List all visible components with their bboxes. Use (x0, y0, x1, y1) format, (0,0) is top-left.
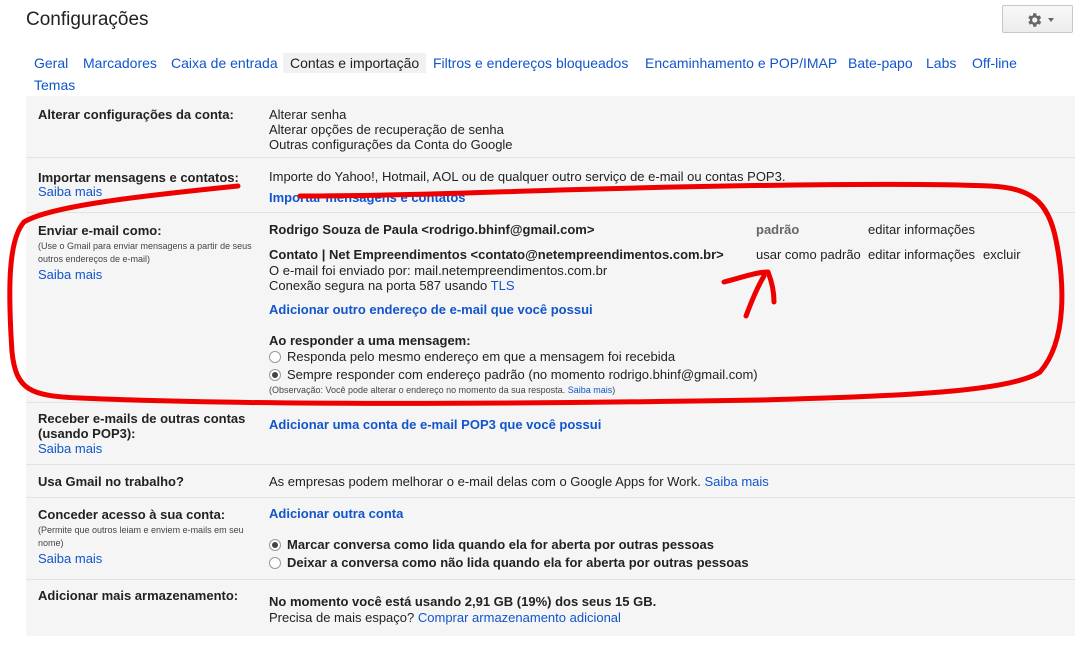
recovery-options-link[interactable]: Alterar opções de recuperação de senha (269, 122, 504, 137)
reply-option-same[interactable]: Responda pelo mesmo endereço em que a me… (269, 349, 675, 364)
tab-geral[interactable]: Geral (34, 55, 68, 71)
row-account-settings: Alterar configurações da conta: Alterar … (26, 96, 1075, 158)
google-account-settings-link[interactable]: Outras configurações da Conta do Google (269, 137, 513, 152)
tls-link[interactable]: TLS (491, 278, 515, 293)
page-title: Configurações (26, 9, 149, 30)
row-import: Importar mensagens e contatos: Saiba mai… (26, 158, 1075, 213)
work-learn-more-link[interactable]: Saiba mais (704, 474, 768, 489)
grant-option-leave-unread-label: Deixar a conversa como não lida quando e… (287, 555, 749, 570)
secure-connection-prefix: Conexão segura na porta 587 usando (269, 278, 491, 293)
secure-connection-text: Conexão segura na porta 587 usando TLS (269, 278, 515, 293)
edit-info-primary-link[interactable]: editar informações (868, 222, 975, 237)
pop3-learn-more-link[interactable]: Saiba mais (38, 441, 102, 456)
add-email-address-link[interactable]: Adicionar outro endereço de e-mail que v… (269, 302, 593, 317)
grant-learn-more-link[interactable]: Saiba mais (38, 551, 102, 566)
row-storage: Adicionar mais armazenamento: No momento… (26, 580, 1075, 636)
send-as-sublabel: (Use o Gmail para enviar mensagens a par… (38, 241, 252, 264)
tab-temas[interactable]: Temas (34, 77, 75, 93)
send-as-address-primary: Rodrigo Souza de Paula <rodrigo.bhinf@gm… (269, 222, 595, 237)
import-description: Importe do Yahoo!, Hotmail, AOL ou de qu… (269, 169, 786, 184)
tab-caixa-de-entrada[interactable]: Caixa de entrada (171, 55, 278, 71)
default-badge: padrão (756, 222, 800, 237)
buy-storage-link[interactable]: Comprar armazenamento adicional (418, 610, 621, 625)
settings-tabs: Geral Marcadores Caixa de entrada Contas… (26, 50, 1076, 96)
send-as-learn-more-link[interactable]: Saiba mais (38, 267, 102, 282)
grant-option-leave-unread[interactable]: Deixar a conversa como não lida quando e… (269, 555, 749, 570)
import-label: Importar mensagens e contatos: (38, 170, 239, 185)
reply-option-default[interactable]: Sempre responder com endereço padrão (no… (269, 367, 758, 382)
storage-question: Precisa de mais espaço? (269, 610, 415, 625)
delete-address-link[interactable]: excluir (983, 247, 1021, 262)
pop3-label-line2: (usando POP3): (38, 426, 136, 441)
tab-off-line[interactable]: Off-line (972, 55, 1017, 71)
change-password-link[interactable]: Alterar senha (269, 107, 346, 122)
account-settings-label: Alterar configurações da conta: (38, 107, 234, 122)
row-work: Usa Gmail no trabalho? As empresas podem… (26, 465, 1075, 498)
send-as-label: Enviar e-mail como: (38, 223, 162, 238)
pop3-label-line1: Receber e-mails de outras contas (38, 411, 246, 426)
grant-access-label: Conceder acesso à sua conta: (38, 507, 226, 522)
work-description-text: As empresas podem melhorar o e-mail dela… (269, 474, 701, 489)
radio-reply-default[interactable] (269, 369, 281, 381)
row-pop3: Receber e-mails de outras contas (usando… (26, 403, 1075, 465)
grant-option-mark-read-label: Marcar conversa como lida quando ela for… (287, 537, 714, 552)
tab-marcadores[interactable]: Marcadores (83, 55, 157, 71)
tab-encaminhamento[interactable]: Encaminhamento e POP/IMAP (645, 55, 837, 71)
grant-option-mark-read[interactable]: Marcar conversa como lida quando ela for… (269, 537, 714, 552)
radio-reply-same[interactable] (269, 351, 281, 363)
tab-bate-papo[interactable]: Bate-papo (848, 55, 913, 71)
work-label: Usa Gmail no trabalho? (38, 474, 184, 489)
chevron-down-icon (1048, 18, 1054, 22)
row-send-as: Enviar e-mail como: (Use o Gmail para en… (26, 213, 1075, 403)
send-as-address-secondary: Contato | Net Empreendimentos <contato@n… (269, 247, 724, 262)
add-another-account-link[interactable]: Adicionar outra conta (269, 506, 403, 521)
grant-access-sublabel: (Permite que outros leiam e enviem e-mai… (38, 525, 244, 548)
work-description: As empresas podem melhorar o e-mail dela… (269, 474, 769, 489)
reply-option-same-label: Responda pelo mesmo endereço em que a me… (287, 349, 676, 364)
make-default-link[interactable]: usar como padrão (756, 247, 861, 262)
reply-note-text: (Observação: Você pode alterar o endereç… (269, 385, 566, 395)
reply-note: (Observação: Você pode alterar o endereç… (269, 385, 615, 395)
edit-info-secondary-link[interactable]: editar informações (868, 247, 975, 262)
radio-leave-unread[interactable] (269, 557, 281, 569)
radio-mark-read[interactable] (269, 539, 281, 551)
gear-icon (1028, 13, 1042, 27)
tab-contas-e-importacao[interactable]: Contas e importação (283, 53, 427, 73)
settings-button[interactable] (1002, 5, 1073, 33)
storage-question-line: Precisa de mais espaço? Comprar armazena… (269, 610, 621, 625)
reply-title: Ao responder a uma mensagem: (269, 333, 471, 348)
reply-note-learn-more-link[interactable]: Saiba mais (568, 385, 613, 395)
sent-via-text: O e-mail foi enviado por: mail.netempree… (269, 263, 608, 278)
import-learn-more-link[interactable]: Saiba mais (38, 184, 102, 199)
storage-usage: No momento você está usando 2,91 GB (19%… (269, 594, 657, 609)
header: Configurações (0, 0, 1081, 42)
tab-filtros[interactable]: Filtros e endereços bloqueados (433, 55, 628, 71)
row-grant-access: Conceder acesso à sua conta: (Permite qu… (26, 498, 1075, 580)
reply-option-default-label: Sempre responder com endereço padrão (no… (287, 367, 758, 382)
tab-labs[interactable]: Labs (926, 55, 956, 71)
add-pop3-account-link[interactable]: Adicionar uma conta de e-mail POP3 que v… (269, 417, 601, 432)
reply-note-end: ) (612, 385, 616, 395)
settings-panel: Alterar configurações da conta: Alterar … (26, 96, 1075, 636)
storage-label: Adicionar mais armazenamento: (38, 588, 239, 603)
import-messages-link[interactable]: Importar mensagens e contatos (269, 190, 466, 205)
